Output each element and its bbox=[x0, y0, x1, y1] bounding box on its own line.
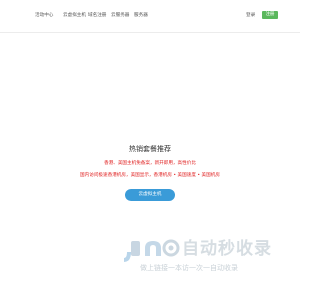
nav-item-virtual-host[interactable]: 云虚拟主机 bbox=[63, 13, 86, 19]
watermark-brand-text: 自动秒收录 bbox=[182, 239, 272, 259]
top-navbar: 活动中心 云虚拟主机 域名注册 云服务器 服务器 登录 注册 bbox=[0, 0, 300, 33]
virtual-host-cta-button[interactable]: 云虚拟主机 bbox=[125, 189, 175, 201]
nav-item-activity-center[interactable]: 活动中心 bbox=[35, 13, 53, 19]
register-button[interactable]: 注册 bbox=[262, 11, 278, 19]
nav-item-domain-registration[interactable]: 域名注册 bbox=[88, 13, 106, 19]
nav-item-server[interactable]: 服务器 bbox=[134, 13, 148, 19]
promo-text-primary: 香港、美国主机免备案，新开即用，高性价比 bbox=[104, 161, 196, 166]
watermark-slogan: 做上链接一本访一次一自动收录 bbox=[140, 264, 238, 272]
login-link[interactable]: 登录 bbox=[246, 13, 255, 19]
nav-item-cloud-server[interactable]: 云服务器 bbox=[111, 13, 129, 19]
watermark-logo-icon bbox=[124, 239, 180, 262]
promo-text-secondary: 国内访问极速香港机房，美国显示，香港机房 • 美国速度 • 美国机房 bbox=[80, 173, 220, 178]
page-title: 热销套餐推荐 bbox=[129, 145, 171, 153]
